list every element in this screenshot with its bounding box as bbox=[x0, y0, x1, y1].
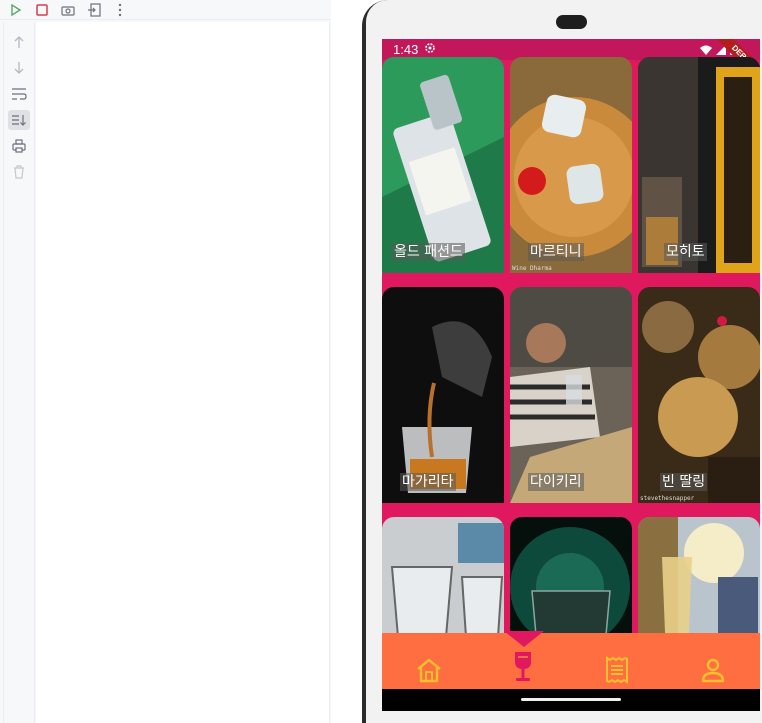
camera-icon[interactable] bbox=[60, 2, 76, 18]
person-icon[interactable] bbox=[698, 655, 728, 685]
system-navigation-bar bbox=[382, 689, 760, 711]
nav-indicator bbox=[504, 631, 544, 647]
trash-icon[interactable] bbox=[8, 162, 30, 182]
cocktail-name: 마가리타 bbox=[400, 473, 456, 491]
cocktail-name: 빈 딸링 bbox=[660, 473, 708, 491]
run-toolbar bbox=[0, 0, 340, 20]
cocktail-card[interactable]: stevethesnapper 빈 딸링 bbox=[638, 287, 760, 503]
receipt-icon[interactable] bbox=[602, 655, 632, 685]
home-gesture-pill[interactable] bbox=[521, 698, 621, 701]
cocktail-name: 모히토 bbox=[664, 243, 707, 261]
more-options-icon[interactable] bbox=[112, 2, 128, 18]
cocktail-card[interactable]: 마가리타 bbox=[382, 287, 504, 503]
camera-notch bbox=[556, 15, 587, 29]
scroll-to-end-icon[interactable] bbox=[8, 110, 30, 130]
cocktail-name: 마르티니 bbox=[528, 243, 584, 261]
app-screen: 1:43 DEBUG 올드 패션드 Wine Dharma 마르티니 모히토 마… bbox=[382, 39, 760, 711]
cocktail-card[interactable]: 올드 패션드 bbox=[382, 57, 504, 273]
wifi-icon bbox=[700, 43, 712, 58]
soft-wrap-icon[interactable] bbox=[8, 84, 30, 104]
cocktail-grid: 올드 패션드 Wine Dharma 마르티니 모히토 마가리타 다이키리 st… bbox=[382, 57, 760, 711]
bottom-navigation bbox=[382, 631, 760, 689]
cocktail-name: 다이키리 bbox=[528, 473, 584, 491]
arrow-up-icon[interactable] bbox=[8, 32, 30, 52]
console-sidebar bbox=[3, 22, 35, 723]
photo-credit: stevethesnapper bbox=[640, 495, 695, 502]
photo-credit: Wine Dharma bbox=[512, 265, 552, 272]
cocktail-card[interactable]: Wine Dharma 마르티니 bbox=[510, 57, 632, 273]
ide-panel bbox=[0, 0, 340, 723]
cocktail-card[interactable]: 모히토 bbox=[638, 57, 760, 273]
cocktail-card[interactable]: 다이키리 bbox=[510, 287, 632, 503]
stop-icon[interactable] bbox=[34, 2, 50, 18]
login-icon[interactable] bbox=[86, 2, 102, 18]
arrow-down-icon[interactable] bbox=[8, 58, 30, 78]
settings-gear-icon bbox=[424, 42, 436, 57]
clock: 1:43 bbox=[393, 42, 419, 57]
home-icon[interactable] bbox=[414, 655, 444, 685]
rerun-icon[interactable] bbox=[8, 2, 24, 18]
print-icon[interactable] bbox=[8, 136, 30, 156]
wine-glass-icon[interactable] bbox=[508, 651, 538, 681]
console-output[interactable] bbox=[36, 22, 330, 723]
split-divider bbox=[331, 0, 362, 723]
cocktail-name: 올드 패션드 bbox=[392, 243, 465, 261]
